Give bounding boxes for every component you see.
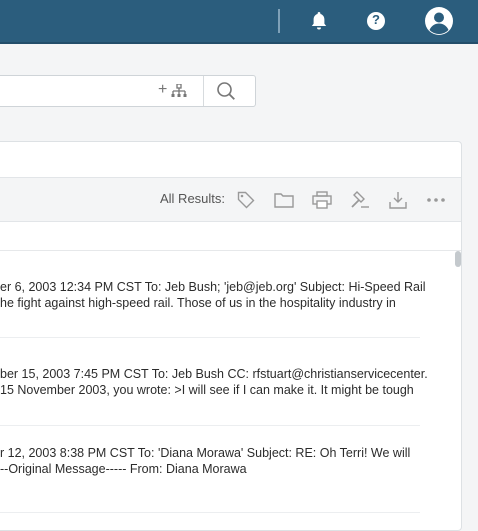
folder-icon[interactable]	[273, 189, 295, 211]
result-item-2[interactable]: ber 15, 2003 7:45 PM CST To: Jeb Bush CC…	[0, 366, 430, 398]
download-icon[interactable]	[387, 189, 409, 211]
bell-icon[interactable]	[306, 8, 332, 34]
result-item-1[interactable]: er 6, 2003 12:34 PM CST To: Jeb Bush; 'j…	[0, 279, 430, 311]
result-line: --Original Message----- From: Diana Mora…	[0, 462, 247, 476]
add-term-button[interactable]: +	[158, 81, 167, 99]
help-icon[interactable]: ?	[363, 8, 389, 34]
print-icon[interactable]	[311, 189, 333, 211]
result-line: he fight against high-speed rail. Those …	[0, 296, 396, 310]
tag-icon[interactable]	[235, 189, 257, 211]
topbar-divider	[278, 9, 280, 33]
search-input[interactable]: +	[0, 75, 256, 107]
result-line: 15 November 2003, you wrote: >I will see…	[0, 383, 414, 397]
all-results-label: All Results:	[160, 191, 226, 206]
search-icon[interactable]	[216, 81, 236, 106]
result-divider	[0, 337, 420, 338]
results-subheader-divider	[0, 250, 461, 251]
account-icon[interactable]	[424, 6, 454, 36]
top-bar: ?	[0, 0, 478, 44]
results-toolbar: All Results:	[0, 177, 461, 222]
result-line: er 6, 2003 12:34 PM CST To: Jeb Bush; 'j…	[0, 280, 426, 294]
result-line: r 12, 2003 8:38 PM CST To: 'Diana Morawa…	[0, 446, 411, 460]
help-glyph: ?	[372, 12, 380, 27]
result-item-3[interactable]: r 12, 2003 8:38 PM CST To: 'Diana Morawa…	[0, 445, 430, 477]
search-divider	[203, 76, 204, 106]
hierarchy-icon[interactable]	[171, 83, 187, 103]
gavel-icon[interactable]	[349, 189, 371, 211]
result-divider	[0, 425, 420, 426]
result-line: ber 15, 2003 7:45 PM CST To: Jeb Bush CC…	[0, 367, 428, 381]
more-icon[interactable]	[425, 189, 447, 211]
scrollbar-thumb[interactable]	[455, 251, 461, 267]
result-divider	[0, 512, 420, 513]
